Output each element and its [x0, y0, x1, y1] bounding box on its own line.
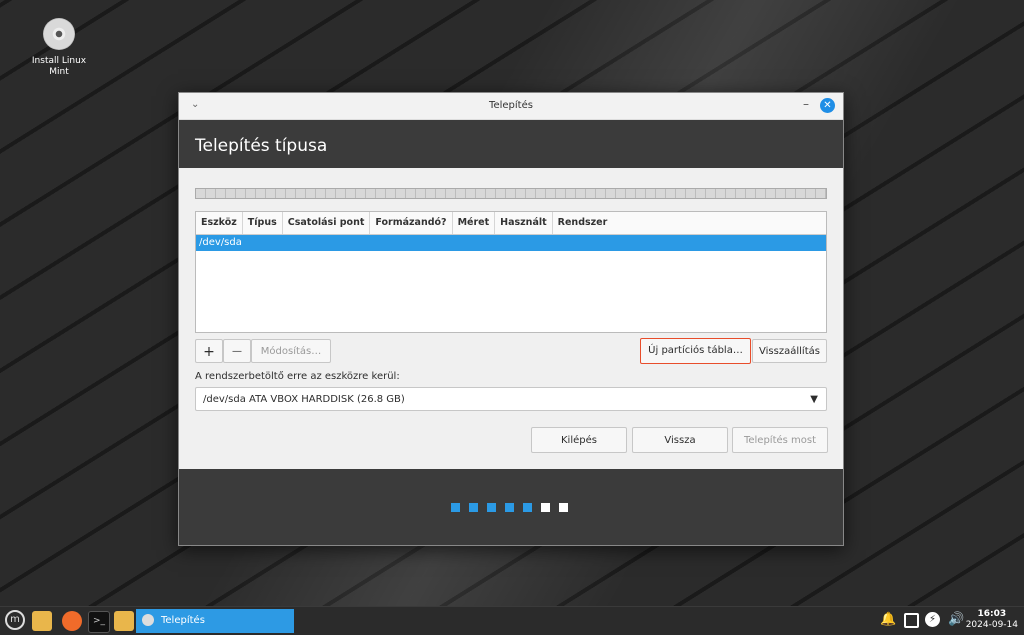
progress-dot — [505, 503, 514, 512]
installer-window: ⌄ Telepítés – ✕ Telepítés típusa Eszköz … — [178, 92, 844, 546]
revert-button[interactable]: Visszaállítás — [752, 339, 827, 363]
back-button[interactable]: Vissza — [632, 427, 728, 453]
column-header[interactable]: Csatolási pont — [283, 212, 371, 234]
notification-bell-icon[interactable]: 🔔 — [880, 612, 896, 627]
modify-partition-button[interactable]: Módosítás… — [251, 339, 331, 363]
progress-dot — [541, 503, 550, 512]
page-title: Telepítés típusa — [179, 120, 843, 168]
remove-partition-button[interactable]: — — [223, 339, 251, 363]
dropdown-arrow-icon: ▼ — [810, 394, 818, 405]
taskbar-item-installer[interactable]: Telepítés — [136, 609, 294, 633]
desktop-icon-label: Install Linux Mint — [31, 56, 87, 77]
title-bar: ⌄ Telepítés – ✕ — [179, 93, 843, 120]
power-icon[interactable]: ⚡ — [925, 612, 940, 627]
add-partition-button[interactable]: + — [195, 339, 223, 363]
install-now-button[interactable]: Telepítés most — [732, 427, 828, 453]
install-linux-mint-shortcut[interactable]: Install Linux Mint — [26, 18, 92, 78]
table-header: Eszköz Típus Csatolási pont Formázandó? … — [196, 212, 826, 235]
window-title: Telepítés — [489, 100, 533, 111]
progress-dot — [559, 503, 568, 512]
partition-bar — [195, 188, 827, 199]
progress-footer — [179, 469, 843, 545]
column-header[interactable]: Típus — [243, 212, 283, 234]
column-header[interactable]: Formázandó? — [370, 212, 453, 234]
progress-dots — [451, 503, 568, 512]
files-icon[interactable] — [114, 611, 134, 631]
disc-icon — [43, 18, 75, 50]
desktop: Install Linux Mint ⌄ Telepítés – ✕ Telep… — [0, 0, 1024, 606]
bootloader-label: A rendszerbetöltő erre az eszközre kerül… — [195, 371, 400, 382]
clock-time: 16:03 — [977, 609, 1007, 619]
quit-button[interactable]: Kilépés — [531, 427, 627, 453]
clock[interactable]: 16:03 2024-09-14 — [966, 609, 1018, 631]
window-list-icon[interactable] — [904, 613, 919, 628]
column-header[interactable]: Rendszer — [553, 212, 613, 234]
clock-date: 2024-09-14 — [965, 620, 1018, 630]
terminal-icon[interactable]: >_ — [88, 611, 110, 633]
menu-icon[interactable]: m — [5, 610, 25, 630]
bootloader-device-value: /dev/sda ATA VBOX HARDDISK (26.8 GB) — [203, 394, 405, 405]
progress-dot — [523, 503, 532, 512]
bootloader-device-select[interactable]: /dev/sda ATA VBOX HARDDISK (26.8 GB) ▼ — [195, 387, 827, 411]
progress-dot — [451, 503, 460, 512]
column-header[interactable]: Méret — [453, 212, 496, 234]
taskbar: m >_ Telepítés 🔔 ⚡ 🔊 16:03 2024-09-14 — [0, 606, 1024, 635]
volume-icon[interactable]: 🔊 — [948, 612, 964, 627]
folder-icon[interactable] — [32, 611, 52, 631]
column-header[interactable]: Eszköz — [196, 212, 243, 234]
task-label: Telepítés — [161, 615, 205, 626]
column-header[interactable]: Használt — [495, 212, 553, 234]
progress-dot — [469, 503, 478, 512]
new-partition-table-button[interactable]: Új partíciós tábla… — [640, 338, 751, 364]
minimize-button[interactable]: – — [803, 97, 809, 111]
partition-table[interactable]: Eszköz Típus Csatolási pont Formázandó? … — [195, 211, 827, 333]
close-button[interactable]: ✕ — [820, 98, 835, 113]
firefox-icon[interactable] — [62, 611, 82, 631]
table-row[interactable]: /dev/sda — [196, 235, 826, 251]
disc-icon — [142, 614, 154, 626]
progress-dot — [487, 503, 496, 512]
